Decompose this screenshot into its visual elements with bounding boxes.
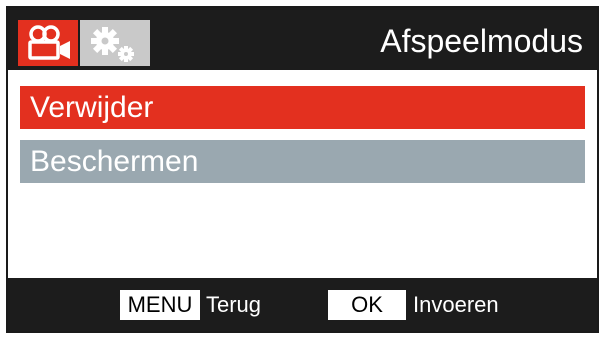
menu-item-protect[interactable]: Beschermen [20,140,585,183]
menu-key[interactable]: MENU [120,290,200,320]
tab-settings[interactable] [80,20,150,66]
footer-bar: MENU Terug OK Invoeren [8,278,597,331]
ok-key[interactable]: OK [328,290,406,320]
menu-item-delete[interactable]: Verwijder [20,86,585,129]
back-label: Terug [206,292,262,317]
playback-menu: Verwijder Beschermen [20,86,585,194]
dashcam-screen: Afspeelmodus Verwijder Beschermen MENU T… [6,6,599,333]
enter-label: Invoeren [413,292,499,317]
video-camera-icon [28,25,70,60]
settings-gears-icon [91,27,134,62]
header-bar: Afspeelmodus [8,8,597,70]
tab-video[interactable] [18,20,78,66]
page-title: Afspeelmodus [380,23,583,59]
